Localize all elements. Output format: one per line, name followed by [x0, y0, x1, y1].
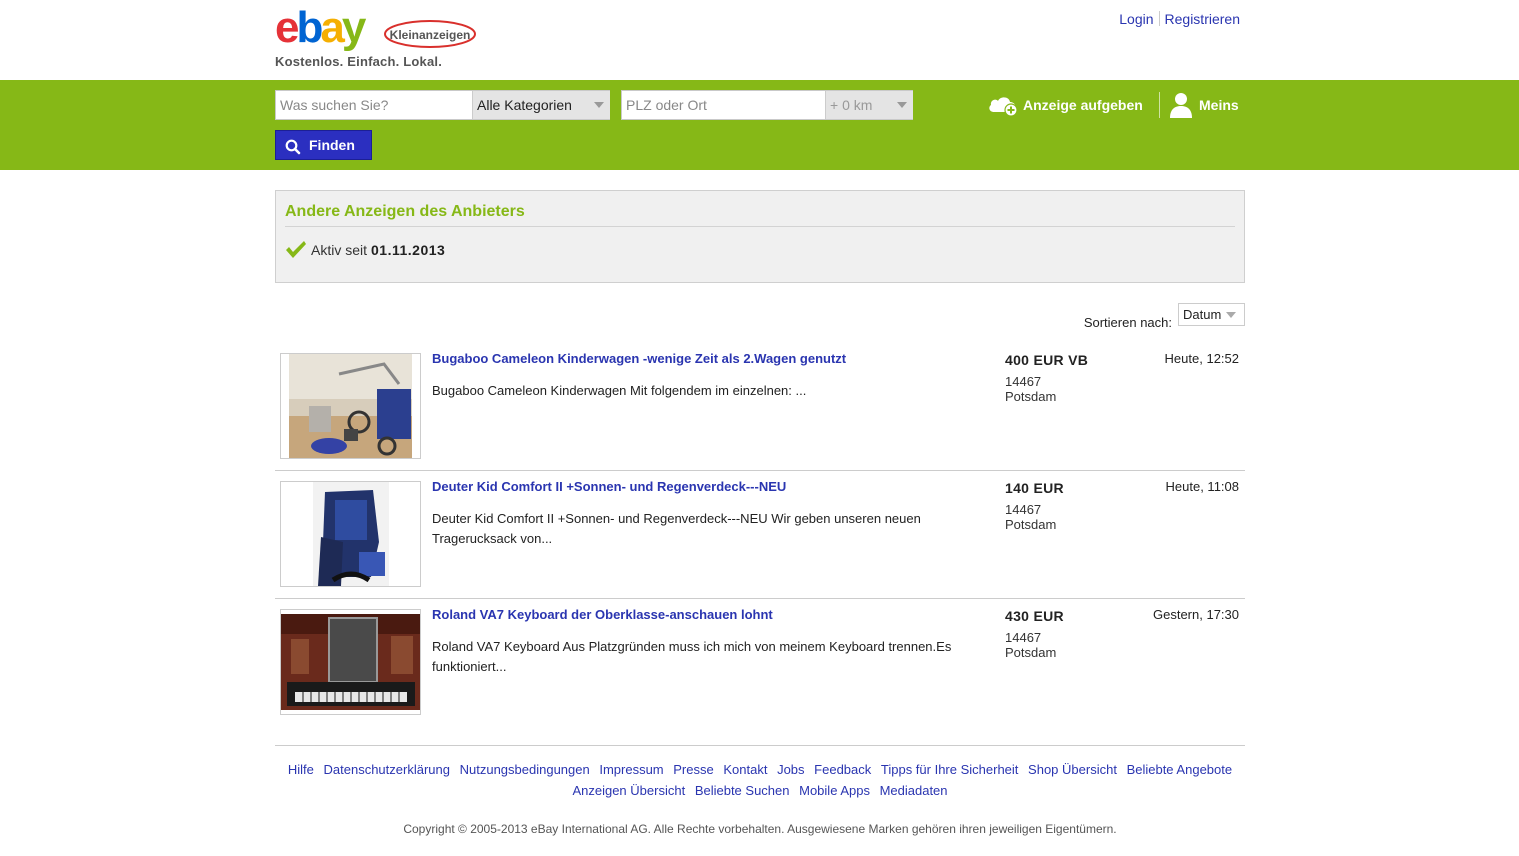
listing-thumbnail[interactable] [280, 609, 421, 715]
listing-description: Bugaboo Cameleon Kinderwagen Mit folgend… [432, 383, 807, 398]
site-footer: Hilfe Datenschutzerklärung Nutzungsbedin… [275, 746, 1245, 836]
login-link[interactable]: Login [1119, 11, 1153, 27]
footer-link-mediadaten[interactable]: Mediadaten [880, 783, 948, 798]
footer-link-beliebte-suchen[interactable]: Beliebte Suchen [695, 783, 790, 798]
radius-value: + 0 km [830, 97, 873, 113]
footer-link-feedback[interactable]: Feedback [814, 762, 871, 777]
checkmark-icon [286, 241, 306, 258]
listing-description: Deuter Kid Comfort II +Sonnen- und Regen… [432, 511, 921, 546]
meins-button[interactable]: Meins [1169, 92, 1239, 118]
footer-link-anzeigen-uebersicht[interactable]: Anzeigen Übersicht [572, 783, 685, 798]
listing-zip: 14467 [1005, 502, 1042, 517]
listing-city: Potsdam [1005, 389, 1057, 404]
listing-item: Deuter Kid Comfort II +Sonnen- und Regen… [275, 471, 1245, 599]
footer-link-datenschutz[interactable]: Datenschutzerklärung [324, 762, 450, 777]
copyright: Copyright © 2005-2013 eBay International… [403, 822, 1117, 836]
seller-title: Andere Anzeigen des Anbieters [285, 203, 525, 220]
footer-link-hilfe[interactable]: Hilfe [288, 762, 314, 777]
chevron-down-icon [1226, 312, 1236, 318]
listing-thumbnail[interactable] [280, 353, 421, 459]
stroller-photo [289, 354, 412, 458]
search-bar: Alle Kategorien + 0 km Finden [0, 80, 1519, 170]
listing-location: 14467 Potsdam [1005, 502, 1056, 532]
listing-title[interactable]: Roland VA7 Keyboard der Oberklasse-ansch… [432, 607, 773, 622]
listing-item: Roland VA7 Keyboard der Oberklasse-ansch… [275, 599, 1245, 746]
category-value: Alle Kategorien [477, 97, 572, 113]
radius-select[interactable]: + 0 km [825, 91, 913, 119]
seller-info-box: Andere Anzeigen des Anbieters Aktiv seit… [275, 190, 1245, 283]
active-date: 01.11.2013 [371, 242, 446, 258]
keyboard-photo [281, 614, 420, 710]
post-ad-button[interactable]: Anzeige aufgeben [987, 92, 1143, 118]
listing-city: Potsdam [1005, 645, 1057, 660]
listing-date: Heute, 12:52 [1164, 351, 1239, 366]
user-icon [1170, 93, 1192, 118]
search-box: Alle Kategorien [275, 90, 610, 120]
active-since: Aktiv seit 01.11.2013 [285, 241, 445, 259]
sort-label: Sortieren nach: [1083, 315, 1172, 330]
footer-link-beliebte-angebote[interactable]: Beliebte Angebote [1127, 762, 1233, 777]
register-link[interactable]: Registrieren [1165, 11, 1240, 27]
tagline: Kostenlos. Einfach. Lokal. [275, 54, 443, 69]
listing-location: 14467 Potsdam [1005, 630, 1056, 660]
listing-location: 14467 Potsdam [1005, 374, 1056, 404]
listing-title[interactable]: Bugaboo Cameleon Kinderwagen -wenige Zei… [432, 351, 846, 366]
footer-links: Hilfe Datenschutzerklärung Nutzungsbedin… [275, 759, 1245, 801]
listing-city: Potsdam [1005, 517, 1057, 532]
location-box: + 0 km [621, 90, 913, 120]
listing-title[interactable]: Deuter Kid Comfort II +Sonnen- und Regen… [432, 479, 786, 494]
svg-text:Kleinanzeigen: Kleinanzeigen [390, 28, 471, 42]
listing-price: 140 EUR [1005, 480, 1064, 496]
listing-date: Heute, 11:08 [1165, 479, 1239, 494]
post-ad-label: Anzeige aufgeben [1023, 97, 1143, 113]
site-header: ebay Kleinanzeigen Kostenlos. Einfach. L… [275, 0, 1245, 80]
divider [1158, 11, 1160, 26]
listing-item: Bugaboo Cameleon Kinderwagen -wenige Zei… [275, 343, 1245, 471]
search-icon [285, 139, 301, 155]
meins-label: Meins [1199, 97, 1239, 113]
listing-thumbnail[interactable] [280, 481, 421, 587]
footer-link-sicherheit[interactable]: Tipps für Ihre Sicherheit [881, 762, 1019, 777]
footer-link-impressum[interactable]: Impressum [599, 762, 663, 777]
category-select[interactable]: Alle Kategorien [472, 91, 610, 119]
location-input[interactable] [622, 91, 825, 119]
footer-link-mobile-apps[interactable]: Mobile Apps [799, 783, 870, 798]
svg-text:ebay: ebay [275, 8, 367, 52]
chevron-down-icon [897, 102, 907, 108]
sort-select[interactable]: Datum [1178, 303, 1245, 326]
backpack-carrier-photo [312, 482, 389, 586]
footer-link-jobs[interactable]: Jobs [777, 762, 804, 777]
chevron-down-icon [594, 102, 604, 108]
divider [1159, 92, 1160, 118]
account-links: Login Registrieren [1119, 11, 1240, 27]
footer-link-shop-uebersicht[interactable]: Shop Übersicht [1028, 762, 1117, 777]
ebay-kleinanzeigen-logo[interactable]: ebay Kleinanzeigen [275, 3, 485, 56]
footer-link-kontakt[interactable]: Kontakt [723, 762, 767, 777]
listing-price: 400 EUR VB [1005, 352, 1089, 368]
cloud-plus-icon [989, 97, 1018, 117]
active-prefix: Aktiv seit [311, 242, 368, 258]
footer-link-nutzungsbedingungen[interactable]: Nutzungsbedingungen [460, 762, 590, 777]
find-button[interactable]: Finden [275, 130, 372, 160]
sort-row: Sortieren nach: Datum [275, 283, 1245, 343]
listing-price: 430 EUR [1005, 608, 1064, 624]
listing-zip: 14467 [1005, 374, 1042, 389]
listing-date: Gestern, 17:30 [1153, 607, 1239, 622]
listing-zip: 14467 [1005, 630, 1042, 645]
divider [285, 226, 1235, 227]
find-label: Finden [309, 137, 355, 153]
listing-description: Roland VA7 Keyboard Aus Platzgründen mus… [432, 639, 952, 674]
main-content: Andere Anzeigen des Anbieters Aktiv seit… [275, 190, 1245, 836]
search-input[interactable] [276, 91, 472, 119]
footer-link-presse[interactable]: Presse [673, 762, 713, 777]
sort-value: Datum [1183, 307, 1222, 322]
